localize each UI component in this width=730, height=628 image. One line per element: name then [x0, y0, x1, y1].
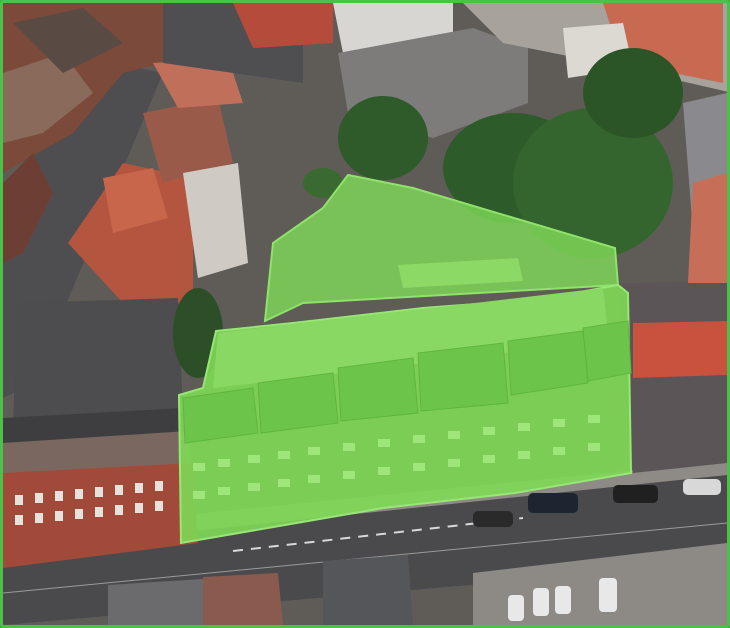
map-canvas [3, 3, 727, 625]
tree [338, 96, 428, 180]
aerial-map-view[interactable] [0, 0, 730, 628]
car [473, 511, 513, 527]
building-bottom [323, 555, 413, 625]
car [613, 485, 658, 503]
car [528, 493, 578, 513]
car [683, 479, 721, 495]
grey-roof-building [13, 298, 183, 423]
